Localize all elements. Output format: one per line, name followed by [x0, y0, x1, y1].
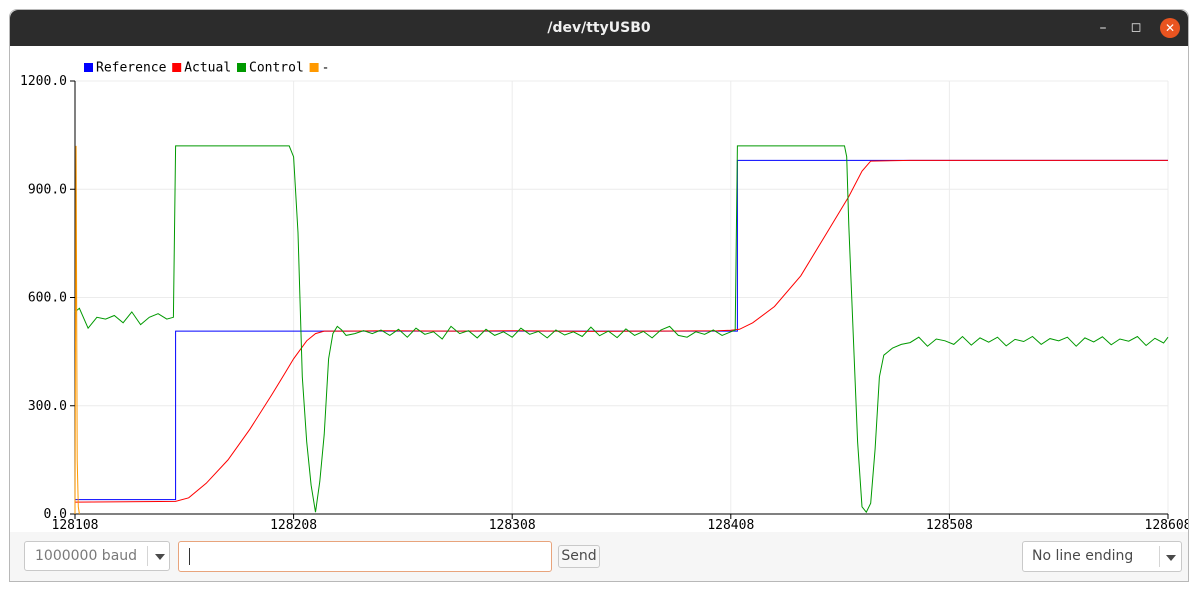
y-axis-ticks: 0.0300.0600.0900.01200.0: [20, 74, 75, 522]
series-lines: [74, 145, 1169, 515]
control-bar: 1000000 baud Send No line ending: [10, 532, 1188, 581]
baud-divider: [147, 546, 148, 566]
y-tick-label: 900.0: [28, 182, 67, 197]
legend-swatch: [84, 63, 93, 72]
series-line-reference: [75, 159, 1168, 501]
legend: Reference Actual Control -: [84, 61, 329, 76]
x-tick-label: 128208: [270, 518, 317, 533]
text-cursor: [189, 548, 190, 565]
series-line-control: [74, 145, 1169, 514]
y-tick-label: 600.0: [28, 291, 67, 306]
x-tick-label: 128408: [707, 518, 754, 533]
line-ending-value: No line ending: [1032, 548, 1134, 564]
y-tick-label: 1200.0: [20, 74, 67, 89]
series-line-dash: [74, 145, 80, 515]
x-tick-label: 128608: [1145, 518, 1189, 533]
window-title: /dev/ttyUSB0: [547, 20, 651, 36]
message-input[interactable]: [178, 541, 552, 572]
x-tick-label: 128508: [926, 518, 973, 533]
plot-area: 0.0300.0600.0900.01200.0 128108 128208 128…: [20, 61, 1189, 534]
baud-rate-select[interactable]: 1000000 baud: [24, 541, 170, 571]
y-tick-label: 300.0: [28, 399, 67, 414]
title-bar[interactable]: /dev/ttyUSB0 – ◻ ✕: [10, 10, 1188, 46]
legend-swatch: [309, 63, 319, 72]
legend-swatch: [237, 63, 246, 72]
maximize-icon[interactable]: ◻: [1126, 18, 1146, 38]
legend-swatch: [172, 63, 182, 72]
legend-label: -: [322, 61, 330, 76]
legend-label: Actual: [184, 61, 231, 76]
x-tick-label: 128308: [489, 518, 536, 533]
legend-label: Reference: [96, 61, 167, 76]
baud-rate-value: 1000000 baud: [35, 548, 138, 564]
line-ending-select[interactable]: No line ending: [1022, 541, 1182, 572]
close-icon[interactable]: ✕: [1160, 18, 1180, 38]
legend-label: Control: [249, 61, 304, 76]
chevron-down-icon[interactable]: [1166, 555, 1176, 561]
serial-plotter-window: /dev/ttyUSB0 – ◻ ✕ 0.0 300.0 600.0 900.0 120…: [9, 9, 1189, 582]
chevron-down-icon[interactable]: [155, 554, 165, 560]
x-axis-ticks: 128108 128208 128308 128408 128508 128608: [52, 514, 1189, 533]
x-tick-label: 128108: [52, 518, 99, 533]
send-button[interactable]: Send: [558, 545, 600, 568]
minimize-icon[interactable]: –: [1093, 18, 1113, 38]
line-ending-divider: [1159, 546, 1160, 567]
